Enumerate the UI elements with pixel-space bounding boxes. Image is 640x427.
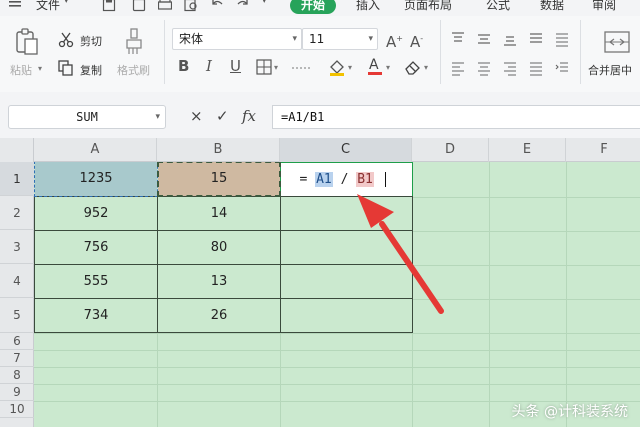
red-arrow-annotation <box>357 194 444 314</box>
watermark: 头条 @计科装系统 <box>511 404 628 420</box>
